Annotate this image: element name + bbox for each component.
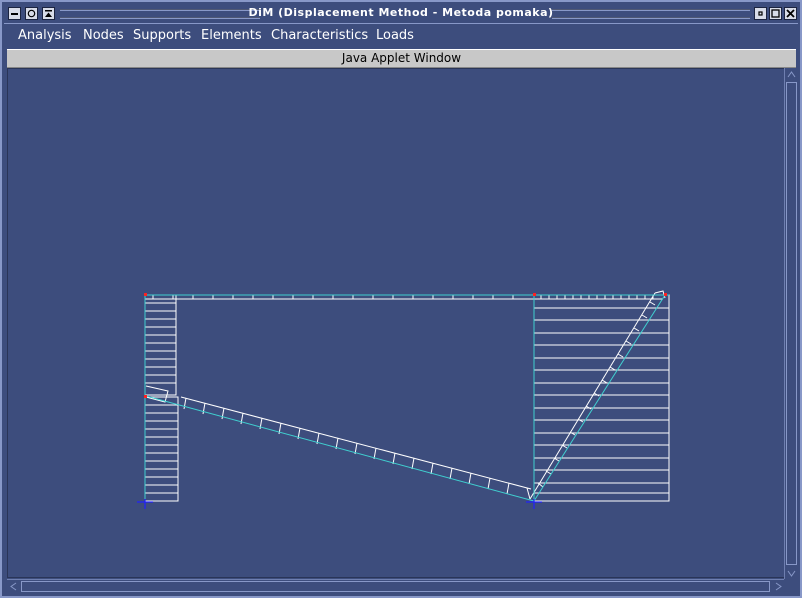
vertical-scrollbar[interactable] (784, 68, 798, 579)
close-icon[interactable] (784, 7, 797, 20)
vertical-scroll-thumb[interactable] (786, 82, 797, 565)
menu-analysis[interactable]: Analysis (18, 28, 72, 43)
scroll-up-icon[interactable] (785, 68, 797, 80)
app-window: DiM (Displacement Method - Metoda pomaka… (0, 0, 802, 598)
horizontal-scrollbar[interactable] (7, 579, 784, 593)
structure-diagram (137, 290, 670, 509)
inclined-member-diagram-1 (145, 385, 532, 500)
title-bar[interactable]: DiM (Displacement Method - Metoda pomaka… (4, 4, 798, 24)
menu-characteristics[interactable]: Characteristics (271, 28, 368, 43)
menu-loads[interactable]: Loads (376, 28, 414, 43)
node-2 (533, 293, 536, 296)
supports (137, 499, 542, 509)
maximize-icon[interactable] (769, 7, 782, 20)
scroll-right-icon[interactable] (772, 580, 784, 592)
menu-elements[interactable]: Elements (201, 28, 262, 43)
titlebar-grip-right (552, 9, 750, 19)
top-beam-diagram (145, 295, 663, 300)
member-diagonal-1 (145, 395, 535, 502)
scroll-down-icon[interactable] (785, 567, 797, 579)
menu-nodes[interactable]: Nodes (83, 28, 124, 43)
menu-supports[interactable]: Supports (133, 28, 191, 43)
menu-bar: Analysis Nodes Supports Elements Charact… (4, 24, 798, 48)
iconify-icon[interactable] (754, 7, 767, 20)
node-4 (144, 395, 147, 398)
horizontal-scroll-thumb[interactable] (21, 581, 770, 592)
node-3 (664, 293, 667, 296)
right-column-diagram (533, 294, 670, 502)
node-1 (144, 293, 147, 296)
scroll-left-icon[interactable] (7, 580, 19, 592)
applet-banner: Java Applet Window (7, 49, 796, 68)
structure-canvas[interactable] (7, 68, 785, 578)
scroll-corner (784, 579, 798, 593)
